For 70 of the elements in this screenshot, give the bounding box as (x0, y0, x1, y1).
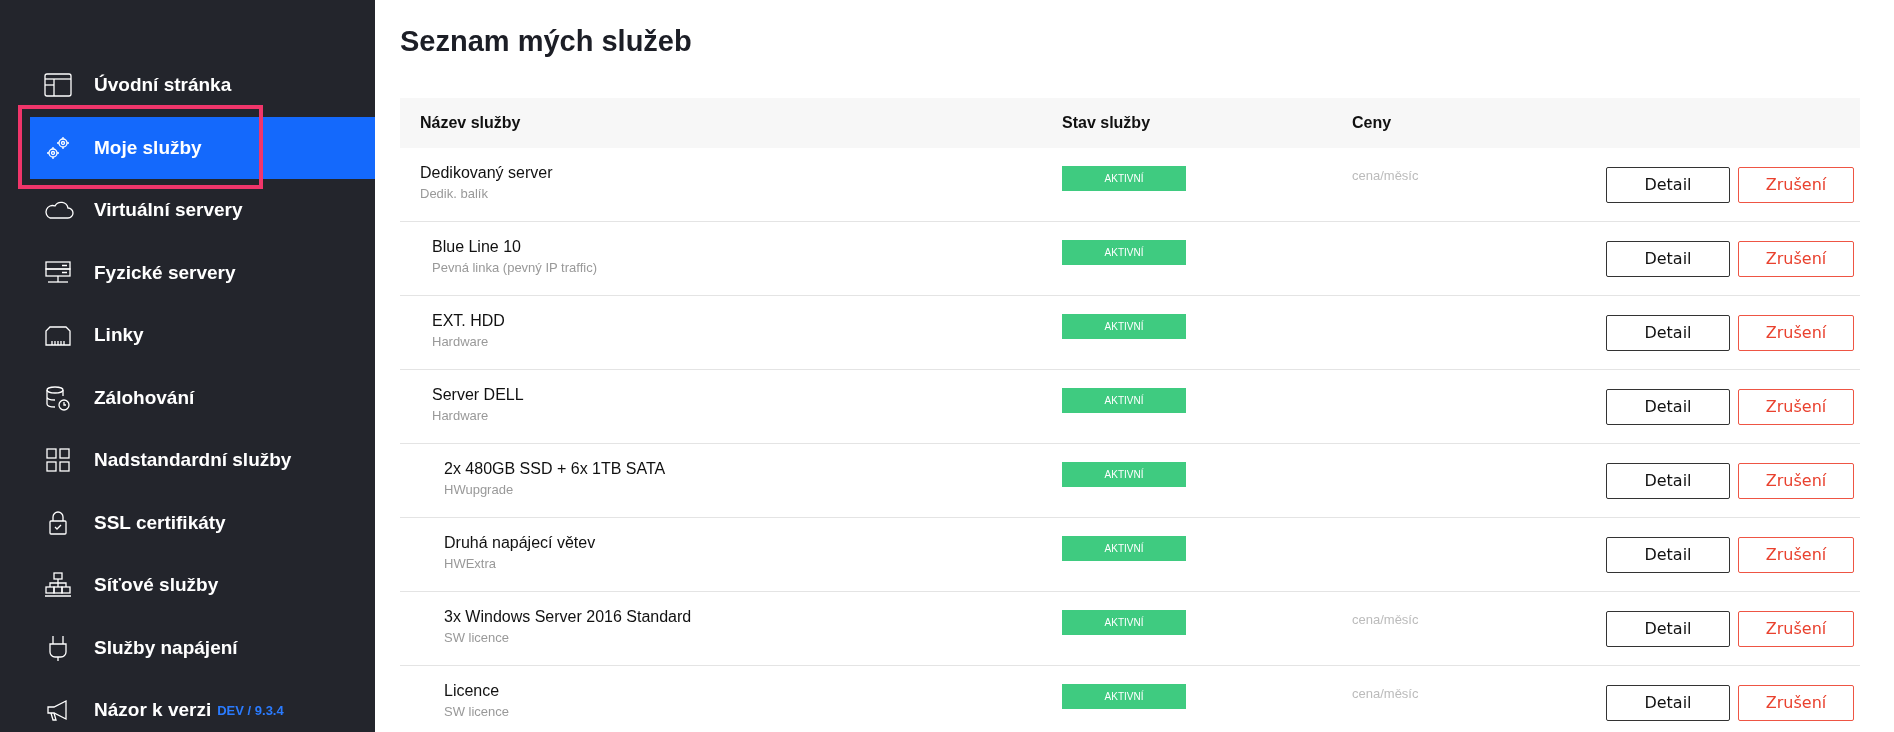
service-name: EXT. HDD (432, 311, 506, 331)
nav-label: Služby napájení (94, 636, 238, 659)
service-name: 3x Windows Server 2016 Standard (444, 607, 693, 627)
service-type: Hardware (432, 407, 490, 425)
cancel-button[interactable]: Zrušení (1738, 462, 1854, 499)
nav-item[interactable]: Moje služby (30, 116, 375, 179)
cancel-button[interactable]: Zrušení (1738, 240, 1854, 277)
nav-item[interactable]: SSL certifikáty (30, 491, 375, 554)
nav-item[interactable]: Názor k verzi DEV / 9.3.4 (30, 679, 375, 732)
status-badge: AKTIVNÍ (1062, 684, 1186, 709)
service-type: HWupgrade (444, 481, 515, 499)
cancel-button[interactable]: Zrušení (1738, 610, 1854, 647)
detail-button[interactable]: Detail (1606, 536, 1730, 573)
service-type: SW licence (444, 703, 511, 721)
nav-label: SSL certifikáty (94, 511, 226, 534)
nav-item[interactable]: Virtuální servery (30, 179, 375, 242)
nav-item[interactable]: Zálohování (30, 366, 375, 429)
status-badge: AKTIVNÍ (1062, 314, 1186, 339)
nav-label: Úvodní stránka (94, 74, 232, 97)
cancel-button[interactable]: Zrušení (1738, 536, 1854, 573)
detail-button[interactable]: Detail (1606, 166, 1730, 203)
service-type: Hardware (432, 333, 490, 351)
price-label: cena/měsíc (1352, 612, 1419, 627)
cancel-button[interactable]: Zrušení (1738, 388, 1854, 425)
service-type: SW licence (444, 629, 511, 647)
detail-button[interactable]: Detail (1606, 684, 1730, 721)
version-label: DEV / 9.3.4 (217, 702, 284, 718)
detail-button[interactable]: Detail (1606, 610, 1730, 647)
cancel-button[interactable]: Zrušení (1738, 684, 1854, 721)
price-label: cena/měsíc (1352, 168, 1419, 183)
service-type: HWExtra (444, 555, 497, 573)
cancel-button[interactable]: Zrušení (1738, 314, 1854, 351)
service-name: Dedikovaný server (420, 163, 554, 183)
detail-button[interactable]: Detail (1606, 388, 1730, 425)
nav-label: Nadstandardní služby (94, 449, 292, 472)
cancel-button[interactable]: Zrušení (1738, 166, 1854, 203)
status-badge: AKTIVNÍ (1062, 610, 1186, 635)
service-name: Druhá napájecí větev (444, 533, 597, 553)
nav-item[interactable]: Úvodní stránka (30, 54, 375, 117)
nav-label: Síťové služby (94, 574, 219, 597)
nav-label: Zálohování (94, 386, 195, 409)
status-badge: AKTIVNÍ (1062, 166, 1186, 191)
service-type: Dedik. balík (420, 185, 489, 203)
status-badge: AKTIVNÍ (1062, 462, 1186, 487)
nav-label: Fyzické servery (94, 261, 236, 284)
nav-item[interactable]: Nadstandardní služby (30, 429, 375, 492)
service-name: 2x 480GB SSD + 6x 1TB SATA (444, 459, 667, 479)
page-title: Seznam mých služeb (400, 24, 693, 59)
service-name: Licence (444, 681, 501, 701)
status-badge: AKTIVNÍ (1062, 240, 1186, 265)
service-name: Blue Line 10 (432, 237, 522, 257)
status-badge: AKTIVNÍ (1062, 388, 1186, 413)
detail-button[interactable]: Detail (1606, 314, 1730, 351)
nav-item[interactable]: Síťové služby (30, 554, 375, 617)
price-label: cena/měsíc (1352, 686, 1419, 701)
status-badge: AKTIVNÍ (1062, 536, 1186, 561)
detail-button[interactable]: Detail (1606, 462, 1730, 499)
nav-label: Moje služby (94, 136, 202, 159)
nav-item[interactable]: Služby napájení (30, 616, 375, 679)
service-name: Server DELL (432, 385, 525, 405)
service-type: Pevná linka (pevný IP traffic) (432, 259, 598, 277)
nav-item[interactable]: Fyzické servery (30, 241, 375, 304)
nav-label: Virtuální servery (94, 199, 243, 222)
column-header: Ceny (1352, 114, 1393, 132)
nav-item[interactable]: Linky (30, 304, 375, 367)
column-header: Název služby (419, 114, 522, 132)
nav-label: Linky (94, 324, 144, 347)
nav-label: Názor k verzi (94, 699, 212, 722)
column-header: Stav služby (1062, 114, 1152, 132)
detail-button[interactable]: Detail (1606, 240, 1730, 277)
